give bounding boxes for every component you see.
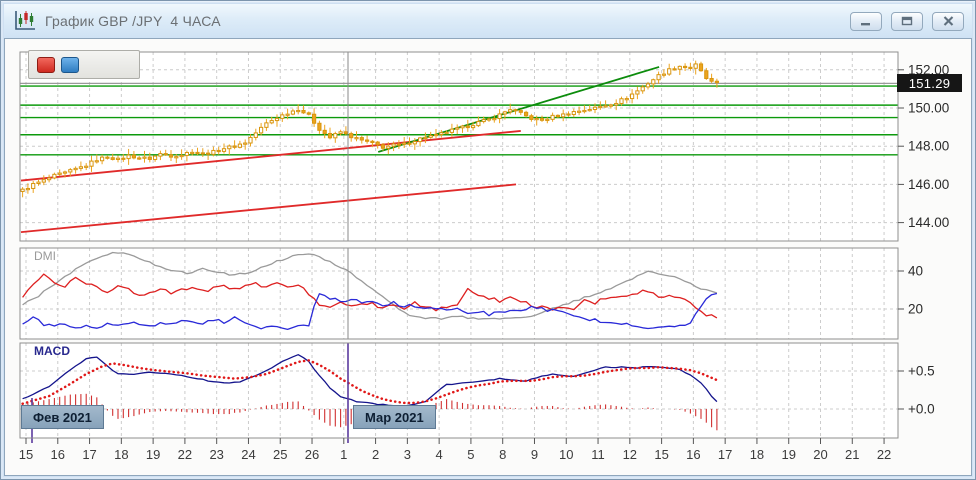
svg-text:17: 17: [82, 447, 96, 462]
month-label-feb: Фев 2021: [21, 405, 104, 429]
current-price-label: 151.29: [897, 74, 962, 92]
svg-text:148.00: 148.00: [908, 139, 949, 154]
svg-text:11: 11: [591, 447, 605, 462]
svg-text:19: 19: [146, 447, 160, 462]
svg-text:9: 9: [531, 447, 538, 462]
time-axis: 1516171819222324252612345891011121516171…: [19, 438, 892, 462]
window-title: График GBP /JPY 4 ЧАСА: [45, 13, 221, 29]
blue-marker-button[interactable]: [61, 57, 79, 73]
restore-icon: [901, 16, 913, 26]
svg-text:15: 15: [654, 447, 668, 462]
svg-text:20: 20: [908, 302, 923, 317]
svg-text:16: 16: [51, 447, 65, 462]
svg-text:19: 19: [781, 447, 795, 462]
svg-text:40: 40: [908, 264, 923, 279]
title-bar[interactable]: График GBP /JPY 4 ЧАСА: [4, 4, 972, 38]
svg-text:21: 21: [845, 447, 859, 462]
svg-text:2: 2: [372, 447, 379, 462]
svg-text:20: 20: [813, 447, 827, 462]
svg-text:15: 15: [19, 447, 33, 462]
close-button[interactable]: [932, 12, 964, 31]
svg-text:12: 12: [623, 447, 637, 462]
svg-text:3: 3: [404, 447, 411, 462]
price-axis: 152.00150.00148.00146.00144.004020+0.5+0…: [898, 62, 949, 416]
svg-text:146.00: 146.00: [908, 177, 949, 192]
month-label-mar: Мар 2021: [353, 405, 436, 429]
svg-text:144.00: 144.00: [908, 215, 949, 230]
red-marker-button[interactable]: [37, 57, 55, 73]
macd-panel-label: MACD: [34, 345, 70, 357]
svg-text:25: 25: [273, 447, 287, 462]
window-controls: [850, 12, 964, 31]
svg-text:26: 26: [305, 447, 319, 462]
candlestick-chart-icon: [13, 10, 37, 32]
chart-canvas[interactable]: 152.00150.00148.00146.00144.004020+0.5+0…: [5, 39, 973, 477]
chart-panels: [20, 52, 898, 438]
close-icon: [943, 16, 954, 26]
svg-text:+0.5: +0.5: [908, 364, 935, 379]
chart-window: График GBP /JPY 4 ЧАСА 152.00150.00148.0…: [0, 0, 976, 480]
svg-text:22: 22: [877, 447, 891, 462]
svg-text:24: 24: [241, 447, 255, 462]
svg-text:150.00: 150.00: [908, 101, 949, 116]
svg-text:18: 18: [114, 447, 128, 462]
minimize-button[interactable]: [850, 12, 882, 31]
minimize-icon: [860, 17, 872, 26]
svg-text:18: 18: [750, 447, 764, 462]
svg-text:22: 22: [178, 447, 192, 462]
chart-toolbar: [28, 50, 140, 79]
restore-button[interactable]: [891, 12, 923, 31]
svg-text:4: 4: [436, 447, 443, 462]
svg-text:+0.0: +0.0: [908, 402, 935, 417]
chart-client-area: 152.00150.00148.00146.00144.004020+0.5+0…: [4, 38, 972, 476]
dmi-panel-label: DMI: [34, 250, 56, 262]
svg-text:1: 1: [340, 447, 347, 462]
svg-text:17: 17: [718, 447, 732, 462]
svg-text:16: 16: [686, 447, 700, 462]
svg-text:10: 10: [559, 447, 573, 462]
svg-text:5: 5: [467, 447, 474, 462]
svg-text:8: 8: [499, 447, 506, 462]
svg-text:23: 23: [209, 447, 223, 462]
